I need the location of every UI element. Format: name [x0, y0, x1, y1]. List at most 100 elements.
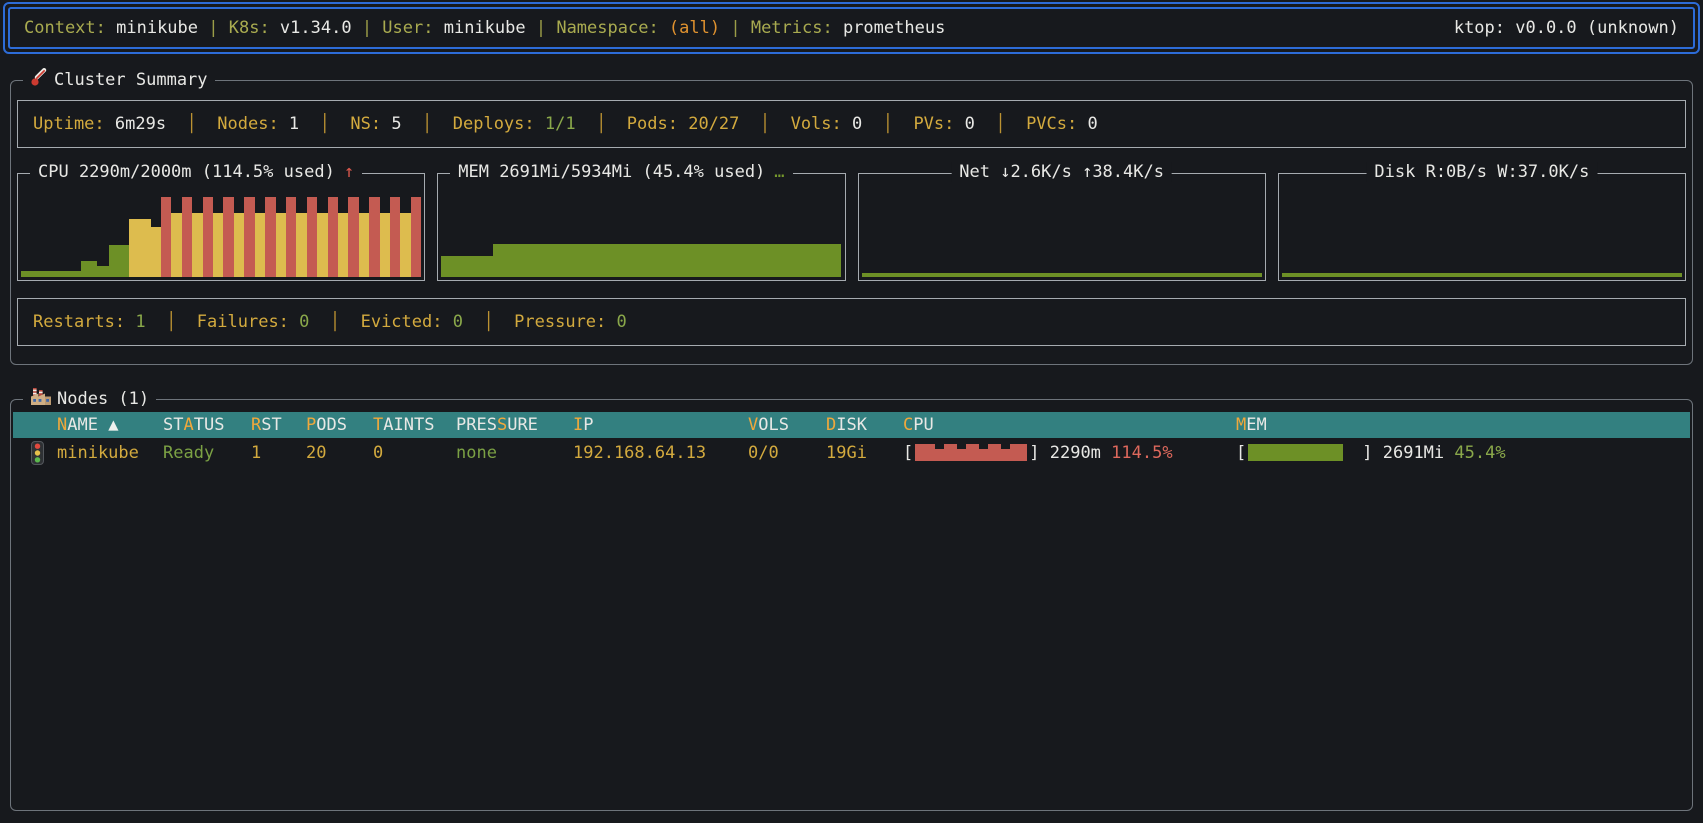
hotkey-letter: T — [373, 415, 384, 435]
disk-chart-title-text: Disk R:0B/s W:37.0K/s — [1374, 162, 1590, 182]
net-chart — [861, 197, 1262, 277]
hotkey-letter: S — [496, 415, 508, 435]
node-cell-cpu: [] 2290m 114.5% — [903, 443, 1236, 463]
chart-bar — [389, 197, 401, 277]
stat-value: 0 — [852, 114, 863, 134]
chart-bar — [358, 213, 370, 277]
sort-asc-icon: ▲ — [97, 415, 119, 435]
cpu-percent: 114.5% — [1111, 442, 1173, 463]
separator: │ — [575, 114, 627, 134]
stat-label: Deploys: — [452, 114, 545, 134]
hotkey-letter: I — [573, 415, 584, 435]
status-label: Context: — [24, 18, 117, 38]
summary-stats-bar: Uptime: 6m29s │ Nodes: 1 │ NS: 5 │ Deplo… — [17, 100, 1686, 148]
cluster-summary-title: Cluster Summary — [54, 70, 208, 90]
stat-value: 1/1 — [544, 114, 576, 134]
stat-label: Failures: — [196, 312, 300, 332]
ellipsis-icon: … — [774, 162, 785, 182]
chart-bar — [151, 226, 162, 277]
separator: │ — [309, 312, 361, 332]
stat-label: Restarts: — [33, 312, 136, 332]
column-header-rst[interactable]: RST — [251, 415, 306, 435]
chart-bar — [306, 197, 318, 277]
separator: │ — [166, 114, 218, 134]
chart-bar — [181, 197, 193, 277]
net-chart-panel: Net ↓2.6K/s ↑38.4K/s — [857, 162, 1266, 281]
column-header-status[interactable]: STATUS — [163, 415, 251, 435]
taints-value: 0 — [373, 442, 384, 463]
separator: │ — [299, 114, 351, 134]
chart-bar — [81, 261, 98, 277]
hotkey-letter: V — [748, 415, 759, 435]
chart-bar — [441, 256, 494, 277]
cpu-chart — [21, 197, 422, 277]
nodes-table-header: NAME ▲ STATUS RST PODS TAINTS PRESSURE IP VOLS D… — [13, 412, 1690, 438]
chart-bar — [400, 213, 411, 277]
hotkey-letter: A — [183, 415, 194, 435]
separator: │ — [145, 312, 197, 332]
hotkey-letter: C — [903, 415, 914, 435]
chart-bar — [223, 197, 234, 277]
status-label: User: — [382, 18, 444, 38]
column-header-disk[interactable]: DISK — [826, 415, 903, 435]
mem-chart-title-text: MEM 2691Mi/5934Mi (45.4% used) — [458, 162, 766, 182]
column-header-pods[interactable]: PODS — [306, 415, 373, 435]
separator: │ — [401, 114, 453, 134]
topbar-status: Context: minikube | K8s: v1.34.0 | User:… — [24, 18, 945, 38]
topbar-inner: Context: minikube | K8s: v1.34.0 | User:… — [8, 7, 1695, 49]
cpu-usage-fill — [915, 444, 1028, 461]
column-header-taints[interactable]: TAINTS — [373, 415, 456, 435]
column-header-mem[interactable]: MEM — [1236, 415, 1690, 435]
chart-bar — [348, 197, 359, 277]
stat-value: 0 — [299, 312, 310, 332]
chart-bar — [192, 213, 203, 277]
column-header-pressure[interactable]: PRESSURE — [456, 415, 573, 435]
chart-bar — [244, 197, 255, 277]
chart-bar — [861, 273, 1262, 277]
cpu-chart-title-text: CPU 2290m/2000m (114.5% used) — [38, 162, 335, 182]
chart-bar — [161, 197, 172, 277]
chart-bar — [171, 213, 182, 277]
node-row[interactable]: minikube Ready 1 20 0 none 192.168.64.13 0/0 19G… — [13, 438, 1690, 467]
disk-chart-panel: Disk R:0B/s W:37.0K/s — [1277, 162, 1686, 281]
stat-label: Nodes: — [217, 114, 289, 134]
mem-value: 2691Mi — [1382, 442, 1455, 463]
stat-value: 0 — [452, 312, 463, 332]
column-header-name[interactable]: NAME ▲ — [57, 415, 163, 435]
stat-value: 5 — [391, 114, 402, 134]
mem-usage-fill — [1248, 444, 1344, 461]
chart-bar — [265, 197, 276, 277]
chart-bar — [254, 213, 266, 277]
column-header-cpu[interactable]: CPU — [903, 415, 1236, 435]
chart-bar — [317, 213, 328, 277]
hotkey-letter: M — [1236, 415, 1247, 435]
column-header-vols[interactable]: VOLS — [748, 415, 826, 435]
ip-value: 192.168.64.13 — [573, 442, 707, 463]
pressure-value: none — [456, 442, 497, 463]
separator: | — [525, 18, 557, 38]
separator: | — [198, 18, 229, 38]
factory-icon — [30, 387, 52, 411]
stat-value: 0 — [964, 114, 975, 134]
disk-value: 19Gi — [826, 442, 867, 463]
separator: │ — [862, 114, 914, 134]
mem-percent: 45.4% — [1454, 442, 1506, 463]
stat-label: PVs: — [913, 114, 965, 134]
stat-value: 0 — [616, 312, 627, 332]
separator: │ — [974, 114, 1027, 134]
mem-usage-bar — [1248, 444, 1360, 461]
net-chart-title-text: Net ↓2.6K/s ↑38.4K/s — [959, 162, 1164, 182]
hotkey-letter: D — [826, 415, 837, 435]
chart-bar — [327, 197, 338, 277]
column-header-ip[interactable]: IP — [573, 415, 748, 435]
trend-up-icon: ↑ — [343, 162, 355, 182]
chart-bar — [296, 213, 307, 277]
node-cell-taints: 0 — [373, 443, 456, 463]
stat-label: Pods: — [626, 114, 689, 134]
stat-label: PVCs: — [1026, 114, 1088, 134]
node-cell-pressure: none — [456, 443, 573, 463]
stat-label: Uptime: — [33, 114, 115, 134]
vols-value: 0/0 — [748, 442, 779, 463]
node-cell-name: minikube — [57, 443, 163, 463]
cluster-summary-section: Cluster Summary Uptime: 6m29s │ Nodes: 1… — [10, 68, 1693, 365]
